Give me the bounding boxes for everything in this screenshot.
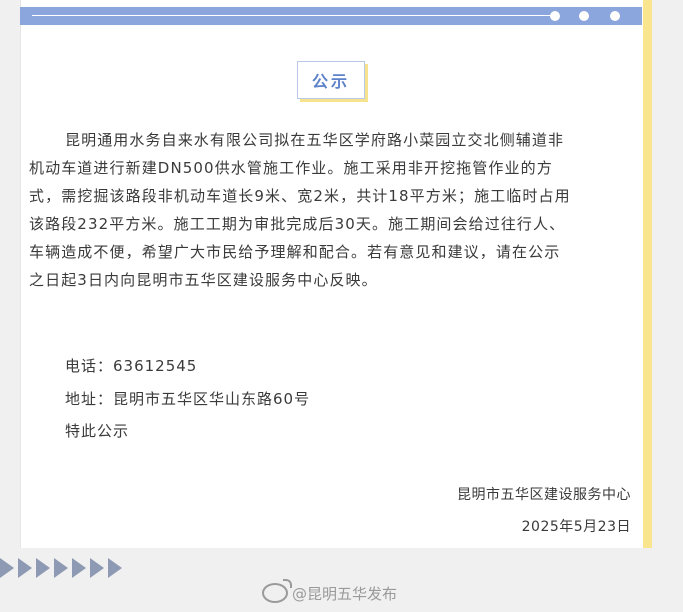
body-line: 车辆造成不便，希望广大市民给予理解和配合。若有意见和建议，请在公示 — [29, 243, 561, 261]
signature-date: 2025年5月23日 — [521, 519, 631, 535]
body-line: 昆明通用水务自来水有限公司拟在五华区学府路小菜园立交北侧辅道非 — [65, 131, 565, 149]
arrow-icon — [90, 558, 104, 578]
arrow-icon — [18, 558, 32, 578]
side-decoration-bar — [643, 0, 652, 548]
arrow-icon — [108, 558, 122, 578]
arrow-icon — [36, 558, 50, 578]
body-line: 机动车道进行新建DN500供水管施工作业。施工采用非开挖拖管作业的方 — [29, 159, 553, 177]
header-dot — [610, 11, 620, 21]
phone-line: 电话：63612545 — [65, 357, 198, 375]
watermark: @昆明五华发布 — [262, 579, 398, 604]
notice-body: 昆明通用水务自来水有限公司拟在五华区学府路小菜园立交北侧辅道非 机动车道进行新建… — [29, 126, 637, 294]
closing-line: 特此公示 — [65, 422, 130, 440]
notice-title: 公示 — [297, 61, 365, 99]
watermark-text: @昆明五华发布 — [292, 584, 398, 603]
body-line: 之日起3日内向昆明市五华区建设服务中心反映。 — [29, 271, 378, 289]
body-line: 该路段232平方米。施工工期为审批完成后30天。施工期间会给过往行人、 — [29, 215, 566, 233]
arrow-icon — [72, 558, 86, 578]
weibo-icon — [262, 579, 292, 603]
address-line: 地址：昆明市五华区华山东路60号 — [65, 390, 311, 408]
header-dot — [579, 11, 589, 21]
header-decoration-bar — [20, 7, 642, 25]
arrow-icon — [0, 558, 14, 578]
header-dot — [550, 11, 560, 21]
header-line — [32, 15, 554, 16]
arrow-icon — [54, 558, 68, 578]
body-line: 式，需挖掘该路段非机动车道长9米、宽2米，共计18平方米；施工临时占用 — [29, 187, 571, 205]
arrow-decoration — [0, 558, 126, 578]
signature-org: 昆明市五华区建设服务中心 — [457, 487, 631, 503]
